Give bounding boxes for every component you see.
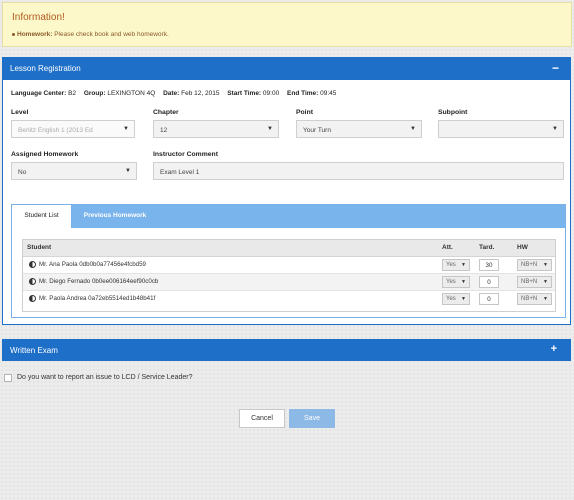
- homework-select[interactable]: NB+N ▼: [517, 259, 552, 271]
- chevron-down-icon: ▼: [461, 296, 466, 302]
- language-center-value: B2: [68, 90, 77, 97]
- save-button[interactable]: Save: [289, 409, 335, 428]
- date-label: Date:: [163, 90, 180, 97]
- table-row: Mr. Diego Fernado 0b0ee006164eef90c0cb Y…: [23, 274, 555, 291]
- col-attendance: Att.: [442, 244, 453, 251]
- homework-select[interactable]: NB+N ▼: [517, 276, 552, 288]
- date-value: Feb 12, 2015: [181, 90, 220, 97]
- table-row: Mr. Paola Andrea 0a72eb5514ed1b48b41f Ye…: [23, 291, 555, 307]
- student-name: Mr. Ana Paola 0db0b0a77456e4fcbd59: [39, 261, 146, 268]
- report-issue-checkbox[interactable]: [4, 374, 12, 382]
- point-value: Your Turn: [303, 127, 331, 134]
- table-header: Student Att. Tard. HW: [23, 240, 555, 257]
- chevron-down-icon: ▼: [461, 279, 466, 285]
- table-row: Mr. Ana Paola 0db0b0a77456e4fcbd59 Yes ▼…: [23, 257, 555, 274]
- attendance-value: Yes: [446, 279, 456, 285]
- point-select[interactable]: Your Turn ▼: [296, 120, 422, 138]
- student-name: Mr. Paola Andrea 0a72eb5514ed1b48b41f: [39, 295, 156, 302]
- written-exam-header[interactable]: Written Exam +: [2, 339, 571, 361]
- homework-select[interactable]: NB+N ▼: [517, 293, 552, 305]
- instructor-comment-label: Instructor Comment: [153, 151, 218, 158]
- attendance-select[interactable]: Yes ▼: [442, 259, 470, 271]
- col-student: Student: [27, 244, 52, 251]
- half-circle-icon: [29, 295, 36, 302]
- chevron-down-icon: ▼: [552, 126, 558, 132]
- level-value: Berlitz English 1 (2013 Ed: [18, 127, 93, 134]
- info-alert: Information! Homework: Please check book…: [2, 2, 572, 47]
- chapter-select[interactable]: 12 ▼: [153, 120, 279, 138]
- attendance-value: Yes: [446, 296, 456, 302]
- col-homework: HW: [517, 244, 528, 251]
- student-table: Student Att. Tard. HW Mr. Ana Paola 0db0…: [22, 239, 556, 312]
- group-value: LEXINGTON 4Q: [107, 90, 156, 97]
- panel-title: Lesson Registration: [10, 64, 81, 73]
- student-name: Mr. Diego Fernado 0b0ee006164eef90c0cb: [39, 278, 159, 285]
- homework-value: NB+N: [521, 279, 538, 285]
- assigned-homework-label: Assigned Homework: [11, 151, 79, 158]
- alert-item-label: Homework:: [17, 31, 53, 38]
- alert-item-text: Please check book and web homework.: [52, 31, 169, 38]
- lesson-registration-header[interactable]: Lesson Registration −: [2, 57, 571, 80]
- cancel-button[interactable]: Cancel: [239, 409, 285, 428]
- collapse-icon[interactable]: −: [552, 61, 559, 75]
- chevron-down-icon: ▼: [123, 126, 129, 132]
- chevron-down-icon: ▼: [461, 262, 466, 268]
- level-select[interactable]: Berlitz English 1 (2013 Ed ▼: [11, 120, 135, 138]
- bullet-icon: [12, 33, 15, 36]
- tardiness-input[interactable]: 0: [479, 276, 499, 288]
- half-circle-icon: [29, 278, 36, 285]
- lesson-registration-panel: Language Center: B2 Group: LEXINGTON 4Q …: [2, 80, 571, 325]
- chapter-value: 12: [160, 127, 168, 134]
- chevron-down-icon: ▼: [267, 126, 273, 132]
- lesson-meta: Language Center: B2 Group: LEXINGTON 4Q …: [11, 90, 342, 97]
- half-circle-icon: [29, 261, 36, 268]
- chevron-down-icon: ▼: [543, 279, 548, 285]
- expand-icon[interactable]: +: [551, 343, 557, 355]
- homework-value: NB+N: [521, 296, 538, 302]
- tardiness-input[interactable]: 30: [479, 259, 499, 271]
- tab-previous-homework[interactable]: Previous Homework: [72, 205, 158, 228]
- point-label: Point: [296, 109, 313, 116]
- language-center-label: Language Center:: [11, 90, 67, 97]
- alert-homework-item: Homework: Please check book and web home…: [12, 31, 169, 38]
- subpoint-select[interactable]: ▼: [438, 120, 564, 138]
- attendance-select[interactable]: Yes ▼: [442, 276, 470, 288]
- homework-value: NB+N: [521, 262, 538, 268]
- instructor-comment-value: Exam Level 1: [160, 169, 200, 176]
- end-time-value: 09:45: [320, 90, 337, 97]
- instructor-comment-input[interactable]: Exam Level 1: [153, 162, 564, 180]
- start-time-label: Start Time:: [227, 90, 262, 97]
- attendance-select[interactable]: Yes ▼: [442, 293, 470, 305]
- end-time-label: End Time:: [287, 90, 319, 97]
- student-tabs: Student List Previous Homework Student A…: [11, 204, 566, 318]
- tardiness-input[interactable]: 0: [479, 293, 499, 305]
- start-time-value: 09:00: [262, 90, 280, 97]
- report-issue-label: Do you want to report an issue to LCD / …: [17, 374, 193, 381]
- chevron-down-icon: ▼: [543, 296, 548, 302]
- group-label: Group:: [83, 90, 106, 97]
- tab-student-list[interactable]: Student List: [12, 205, 72, 228]
- col-tardiness: Tard.: [479, 244, 495, 251]
- written-exam-title: Written Exam: [10, 346, 58, 355]
- assigned-homework-value: No: [18, 169, 27, 176]
- tab-bar: Student List Previous Homework: [12, 205, 565, 228]
- chevron-down-icon: ▼: [410, 126, 416, 132]
- subpoint-label: Subpoint: [438, 109, 468, 116]
- level-label: Level: [11, 109, 29, 116]
- chapter-label: Chapter: [153, 109, 179, 116]
- alert-title: Information!: [12, 12, 65, 23]
- chevron-down-icon: ▼: [125, 168, 131, 174]
- chevron-down-icon: ▼: [543, 262, 548, 268]
- assigned-homework-select[interactable]: No ▼: [11, 162, 137, 180]
- attendance-value: Yes: [446, 262, 456, 268]
